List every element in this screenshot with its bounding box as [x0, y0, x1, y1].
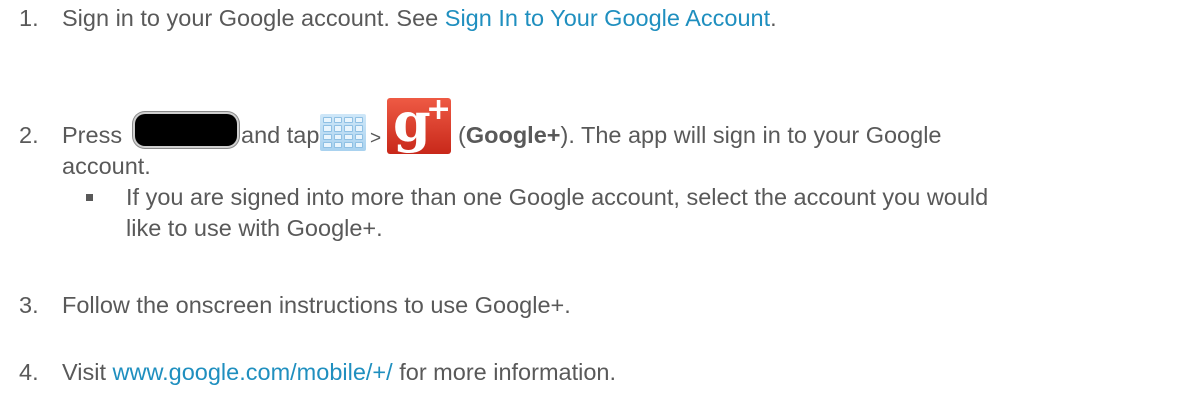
step-1-prefix: Sign in to your Google account. See — [62, 5, 445, 31]
step-2-number: 2. — [19, 122, 39, 148]
sign-in-google-account-link[interactable]: Sign In to Your Google Account — [445, 5, 770, 31]
step-1-number: 1. — [19, 5, 39, 31]
step-2-paren-open: ( — [458, 122, 466, 148]
apps-grid-icon — [320, 114, 366, 151]
step-3-number: 3. — [19, 292, 39, 318]
step-2-after-bold: ). The app will sign in to your Google — [560, 122, 942, 148]
step-2-press: Press — [62, 122, 123, 148]
google-plus-icon: g + — [387, 98, 451, 154]
home-key-icon — [135, 114, 237, 146]
step-2-line-2: account. — [62, 153, 151, 179]
step-2-and-tap: and tap — [241, 122, 320, 148]
step-3-text: Follow the onscreen instructions to use … — [62, 292, 571, 318]
google-mobile-plus-link[interactable]: www.google.com/mobile/+/ — [113, 359, 393, 385]
step-2-text: (Google+). The app will sign in to your … — [458, 120, 942, 150]
sub-bullet-line-1: If you are signed into more than one Goo… — [126, 184, 989, 210]
step-4-text: Visit www.google.com/mobile/+/ for more … — [62, 357, 616, 387]
google-plus-plus-glyph: + — [426, 98, 451, 127]
square-bullet-icon — [86, 194, 93, 201]
step-4-number: 4. — [19, 359, 39, 385]
step-4-prefix: Visit — [62, 359, 113, 385]
step-1-suffix: . — [770, 5, 777, 31]
sub-bullet-line-2: like to use with Google+. — [126, 215, 383, 241]
step-4-suffix: for more information. — [392, 359, 617, 385]
step-1-text: Sign in to your Google account. See Sign… — [62, 3, 777, 33]
step-2-greater-than: > — [370, 128, 382, 149]
google-plus-label: Google+ — [465, 122, 561, 148]
